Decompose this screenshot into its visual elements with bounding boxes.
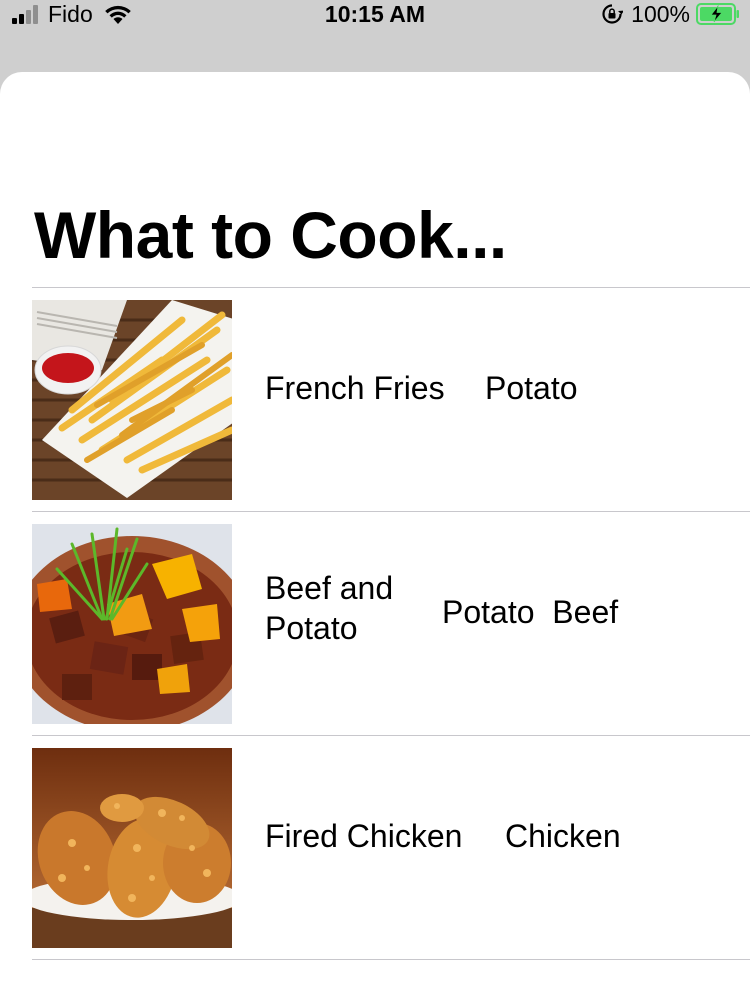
recipe-name: French Fries bbox=[265, 370, 445, 406]
beef-potato-stew-image bbox=[32, 524, 232, 724]
fried-chicken-image bbox=[32, 748, 232, 948]
orientation-lock-icon bbox=[602, 4, 624, 24]
recipe-row-beef-and-potato[interactable]: Beef and Potato Potato Beef bbox=[32, 512, 750, 736]
recipe-row-french-fries[interactable]: French Fries Potato bbox=[32, 288, 750, 512]
recipe-ingredients: Potato bbox=[485, 370, 578, 406]
recipe-name: Beef and Potato bbox=[265, 570, 394, 646]
recipe-ingredients: Chicken bbox=[505, 818, 621, 854]
status-right: 100% bbox=[601, 1, 740, 27]
modal-sheet: What to Cook... French Fries Potato Beef… bbox=[0, 72, 750, 990]
battery-percent: 100% bbox=[631, 0, 690, 27]
recipe-ingredients: Potato Beef bbox=[442, 594, 619, 630]
recipe-list: French Fries Potato Beef and Potato Pota… bbox=[32, 287, 750, 960]
french-fries-image bbox=[32, 300, 232, 500]
recipe-name: Fired Chicken bbox=[265, 818, 463, 854]
status-bar: Fido 10:15 AM 100% bbox=[0, 0, 750, 30]
page-title: What to Cook... bbox=[34, 198, 507, 272]
battery-charging-icon bbox=[696, 3, 739, 25]
recipe-row-fired-chicken[interactable]: Fired Chicken Chicken bbox=[32, 736, 750, 960]
